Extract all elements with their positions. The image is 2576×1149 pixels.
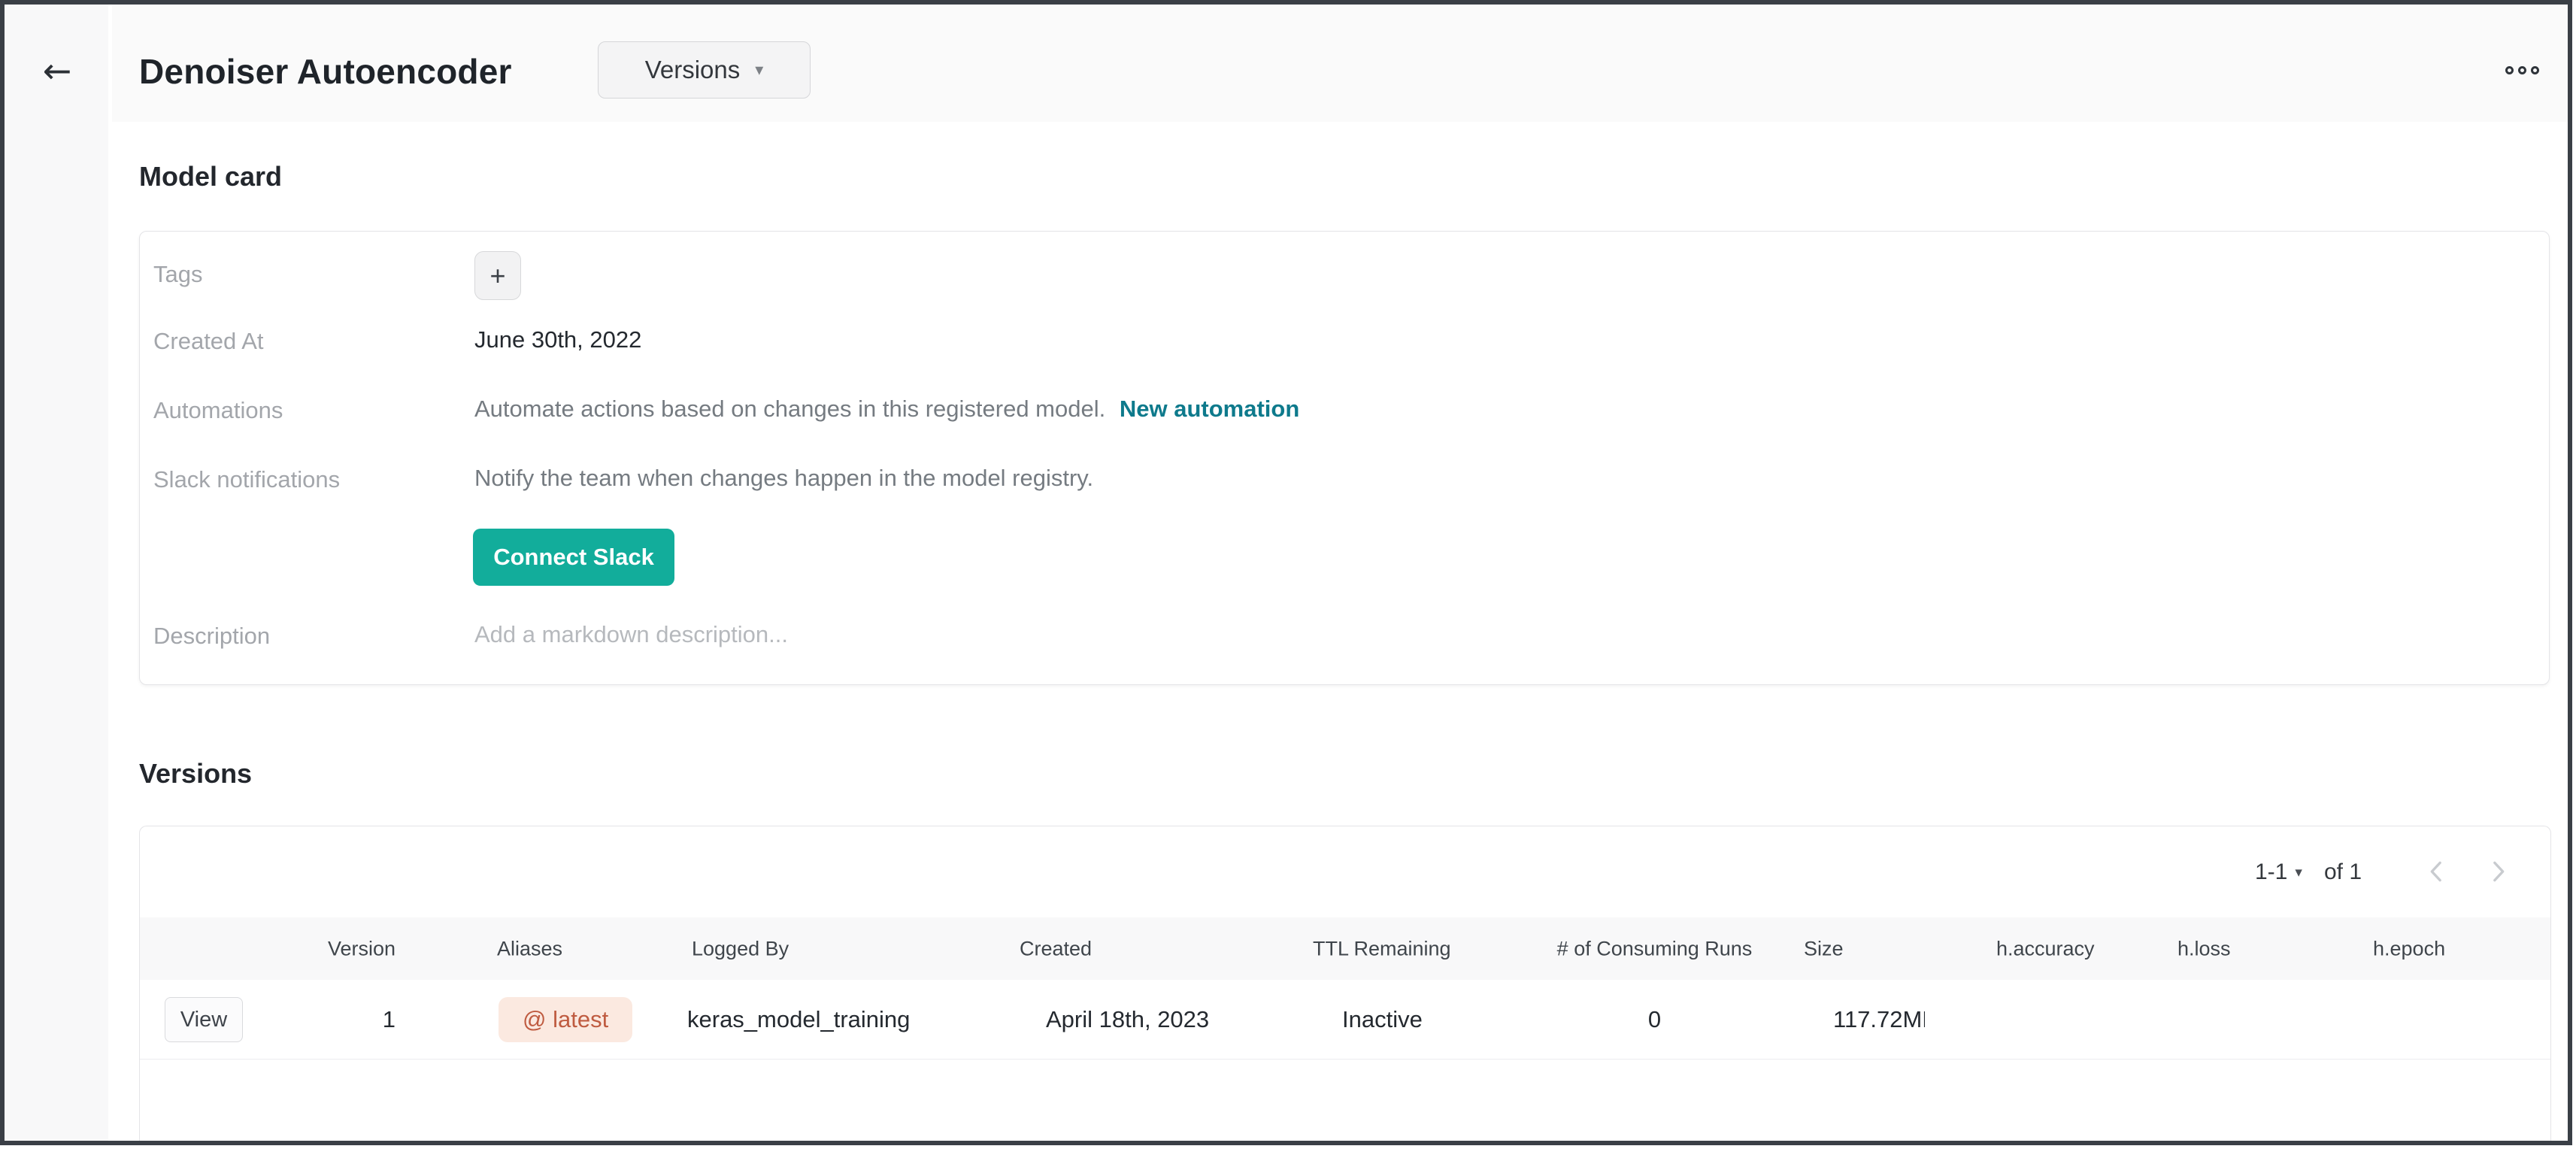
cell-version: 1 bbox=[253, 1006, 395, 1033]
dot-icon bbox=[2505, 66, 2514, 74]
table-row: View 1 @ latest keras_model_training Apr… bbox=[140, 980, 2550, 1060]
slack-notifications-label: Slack notifications bbox=[153, 466, 340, 493]
back-arrow-icon: ← bbox=[43, 53, 72, 88]
versions-heading: Versions bbox=[139, 758, 252, 790]
created-at-value: June 30th, 2022 bbox=[474, 326, 641, 353]
chevron-down-icon: ▾ bbox=[755, 62, 763, 78]
pagination-range: 1-1 bbox=[2255, 859, 2287, 885]
column-header-h-accuracy[interactable]: h.accuracy bbox=[1996, 937, 2095, 960]
automations-description: Automate actions based on changes in thi… bbox=[474, 396, 1105, 422]
column-header-h-epoch[interactable]: h.epoch bbox=[2373, 937, 2445, 960]
description-label: Description bbox=[153, 623, 270, 650]
versions-dropdown-button[interactable]: Versions ▾ bbox=[598, 41, 811, 99]
slack-description: Notify the team when changes happen in t… bbox=[474, 465, 1093, 492]
pagination-prev-button[interactable] bbox=[2419, 853, 2455, 890]
plus-icon: + bbox=[489, 262, 505, 290]
versions-table-card: 1-1 ▾ of 1 Version Aliases Logged By Cre… bbox=[139, 826, 2551, 1144]
left-rail: ← bbox=[5, 5, 108, 1141]
new-automation-link[interactable]: New automation bbox=[1120, 396, 1299, 422]
chevron-left-icon bbox=[2422, 856, 2452, 887]
dot-icon bbox=[2518, 66, 2526, 74]
add-tag-button[interactable]: + bbox=[474, 251, 521, 300]
overflow-menu-button[interactable] bbox=[2505, 66, 2539, 74]
pagination-total: of 1 bbox=[2324, 859, 2362, 885]
automations-row: Automate actions based on changes in thi… bbox=[474, 396, 1299, 423]
created-at-label: Created At bbox=[153, 328, 263, 355]
pagination-next-button[interactable] bbox=[2480, 853, 2516, 890]
description-placeholder[interactable]: Add a markdown description... bbox=[474, 621, 788, 648]
back-button[interactable]: ← bbox=[33, 47, 81, 95]
pagination-range-dropdown[interactable]: 1-1 ▾ bbox=[2255, 859, 2302, 885]
column-header-h-loss[interactable]: h.loss bbox=[2177, 937, 2231, 960]
cell-logged-by[interactable]: keras_model_training bbox=[687, 1006, 910, 1033]
page-title: Denoiser Autoencoder bbox=[139, 51, 512, 92]
table-header-row: Version Aliases Logged By Created TTL Re… bbox=[140, 917, 2550, 980]
page-header: Denoiser Autoencoder Versions ▾ bbox=[112, 5, 2568, 122]
cell-created: April 18th, 2023 bbox=[1046, 1006, 1209, 1033]
column-header-consuming-runs[interactable]: # of Consuming Runs bbox=[1544, 937, 1765, 960]
column-header-aliases[interactable]: Aliases bbox=[497, 937, 562, 960]
column-header-version[interactable]: Version bbox=[253, 937, 395, 960]
column-header-logged-by[interactable]: Logged By bbox=[692, 937, 789, 960]
connect-slack-button[interactable]: Connect Slack bbox=[473, 529, 674, 586]
cell-consuming-runs: 0 bbox=[1544, 1006, 1765, 1033]
alias-latest-badge[interactable]: @ latest bbox=[499, 997, 632, 1042]
chevron-right-icon bbox=[2483, 856, 2513, 887]
model-card-heading: Model card bbox=[139, 161, 282, 193]
model-card: Tags + Created At June 30th, 2022 Automa… bbox=[139, 231, 2550, 685]
view-version-button[interactable]: View bbox=[165, 997, 243, 1042]
automations-label: Automations bbox=[153, 397, 283, 424]
column-header-created[interactable]: Created bbox=[1020, 937, 1092, 960]
tags-label: Tags bbox=[153, 261, 202, 288]
column-header-size[interactable]: Size bbox=[1804, 937, 1844, 960]
cell-size: 117.72MB bbox=[1833, 1006, 1925, 1033]
versions-dropdown-label: Versions bbox=[645, 56, 741, 84]
dot-icon bbox=[2531, 66, 2539, 74]
column-header-ttl-remaining[interactable]: TTL Remaining bbox=[1313, 937, 1451, 960]
chevron-down-icon: ▾ bbox=[2295, 864, 2302, 881]
cell-ttl-remaining: Inactive bbox=[1342, 1006, 1423, 1033]
model-registry-page: ← Denoiser Autoencoder Versions ▾ Model … bbox=[0, 0, 2576, 1149]
